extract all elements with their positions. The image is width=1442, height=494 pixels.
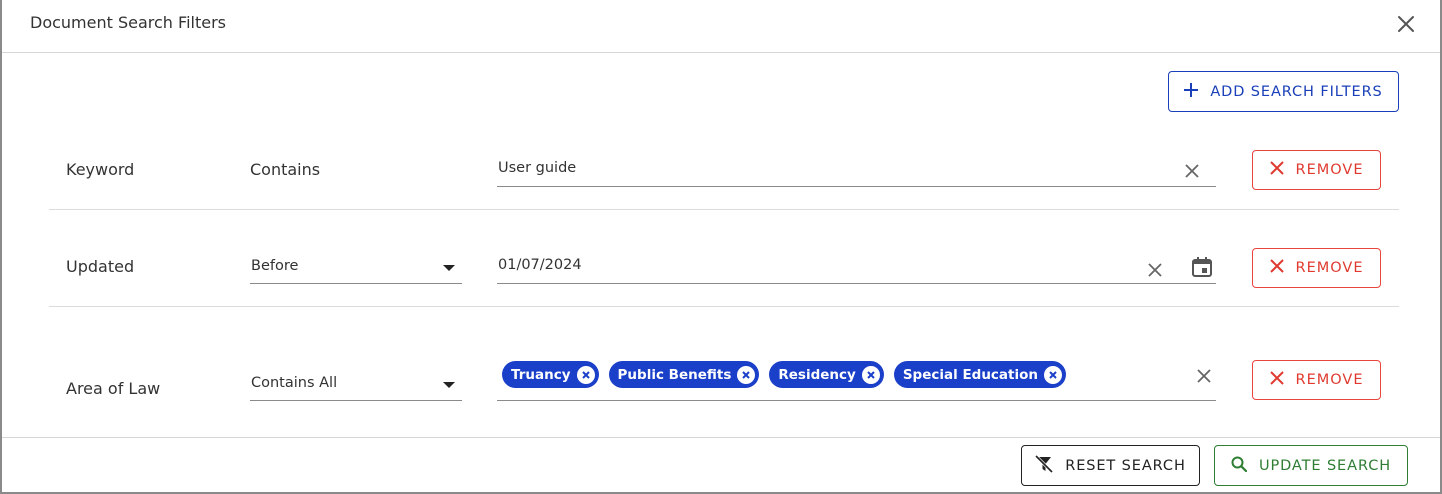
close-icon: [1269, 371, 1284, 389]
reset-search-button[interactable]: RESET SEARCH: [1021, 445, 1200, 486]
chip-remove-icon[interactable]: [576, 365, 595, 384]
clear-chips-icon[interactable]: [1197, 368, 1211, 383]
chip-label: Truancy: [511, 366, 571, 383]
dialog-title: Document Search Filters: [30, 13, 226, 32]
row-divider: [49, 306, 1399, 307]
add-search-filters-label: ADD SEARCH FILTERS: [1210, 83, 1383, 100]
updated-operator-select[interactable]: Before: [250, 250, 462, 284]
chip-label: Special Education: [902, 366, 1039, 383]
add-search-filters-button[interactable]: ADD SEARCH FILTERS: [1168, 71, 1399, 112]
search-icon: [1231, 456, 1248, 476]
update-search-button[interactable]: UPDATE SEARCH: [1214, 445, 1408, 486]
chip-remove-icon[interactable]: [737, 365, 756, 384]
dialog-header: Document Search Filters: [2, 0, 1440, 53]
updated-date-value: 01/07/2024: [498, 257, 582, 273]
keyword-input-value: User guide: [498, 160, 577, 176]
remove-label: REMOVE: [1295, 162, 1364, 178]
dropdown-arrow-icon: [443, 265, 455, 271]
filter-off-icon: [1035, 454, 1054, 477]
close-icon: [1269, 161, 1284, 179]
chip-public-benefits: Public Benefits: [608, 361, 760, 388]
footer-divider: [2, 437, 1440, 438]
filter-operator-keyword: Contains: [250, 160, 321, 179]
close-icon: [1269, 259, 1284, 277]
row-divider: [49, 209, 1399, 210]
filter-label-updated: Updated: [66, 257, 135, 276]
remove-label: REMOVE: [1295, 260, 1364, 276]
chip-remove-icon[interactable]: [861, 365, 880, 384]
filter-label-area-of-law: Area of Law: [66, 379, 161, 398]
search-filters-dialog: Document Search Filters ADD SEARCH FILTE…: [0, 0, 1442, 494]
dropdown-arrow-icon: [443, 382, 455, 388]
remove-updated-filter-button[interactable]: REMOVE: [1252, 248, 1381, 288]
updated-operator-value: Before: [251, 258, 299, 274]
update-search-label: UPDATE SEARCH: [1258, 457, 1392, 474]
chip-special-education: Special Education: [893, 361, 1067, 388]
chip-residency: Residency: [769, 361, 884, 388]
plus-icon: [1184, 82, 1199, 101]
chip-truancy: Truancy: [502, 361, 599, 388]
remove-label: REMOVE: [1295, 372, 1364, 388]
area-of-law-chips: Truancy Public Benefits Residency Specia…: [502, 361, 1067, 388]
reset-search-label: RESET SEARCH: [1065, 457, 1186, 474]
calendar-icon[interactable]: [1191, 256, 1213, 282]
chip-remove-icon[interactable]: [1044, 365, 1063, 384]
updated-date-input[interactable]: 01/07/2024: [497, 248, 1216, 284]
filter-label-keyword: Keyword: [66, 160, 135, 179]
remove-keyword-filter-button[interactable]: REMOVE: [1252, 150, 1381, 190]
area-of-law-operator-select[interactable]: Contains All: [250, 367, 462, 401]
chip-label: Public Benefits: [617, 366, 732, 383]
clear-date-icon[interactable]: [1148, 262, 1162, 277]
clear-keyword-icon[interactable]: [1185, 163, 1199, 178]
close-icon[interactable]: [1396, 14, 1416, 34]
remove-area-of-law-filter-button[interactable]: REMOVE: [1252, 360, 1381, 400]
chip-label: Residency: [778, 366, 856, 383]
keyword-input[interactable]: User guide: [497, 151, 1216, 187]
area-of-law-operator-value: Contains All: [251, 375, 338, 391]
